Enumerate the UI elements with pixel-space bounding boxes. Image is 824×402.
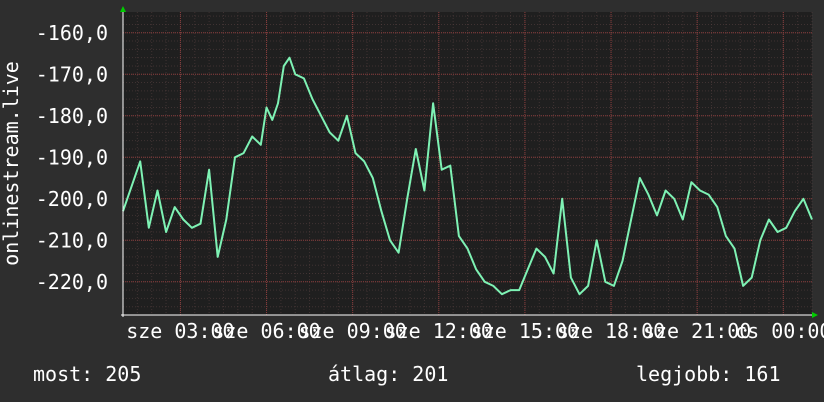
y-tick-label: -200,0	[36, 187, 108, 211]
y-tick-label: -170,0	[36, 62, 108, 86]
stat-current: most: 205	[33, 362, 142, 386]
y-tick-label: -210,0	[36, 228, 108, 252]
y-axis-arrow	[120, 6, 126, 12]
stat-average: átlag: 201	[328, 362, 449, 386]
y-axis-label: onlinestream.live	[0, 61, 23, 266]
x-axis-arrow	[812, 312, 818, 318]
y-tick-label: -220,0	[36, 270, 108, 294]
chart-stage: -160,0 -170,0 -180,0 -190,0 -200,0 -210,0 -220…	[0, 0, 824, 402]
y-tick-label: -180,0	[36, 104, 108, 128]
line-chart: -160,0 -170,0 -180,0 -190,0 -200,0 -210,0 -220…	[0, 6, 824, 343]
y-tick-label: -160,0	[36, 21, 108, 45]
x-tick-label: cs 00:00	[735, 319, 824, 343]
stat-best: legjobb: 161	[636, 362, 781, 386]
y-tick-label: -190,0	[36, 145, 108, 169]
